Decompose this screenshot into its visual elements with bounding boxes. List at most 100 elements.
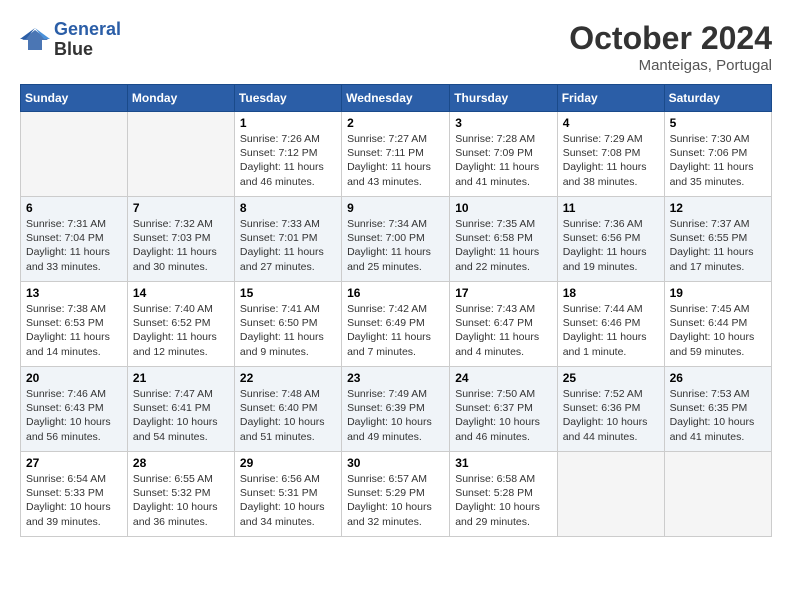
day-number: 10 xyxy=(455,201,551,215)
day-info: Sunrise: 7:40 AM Sunset: 6:52 PM Dayligh… xyxy=(133,302,229,359)
day-info: Sunrise: 7:53 AM Sunset: 6:35 PM Dayligh… xyxy=(670,387,766,444)
calendar-cell: 14 Sunrise: 7:40 AM Sunset: 6:52 PM Dayli… xyxy=(127,282,234,367)
calendar-week-row: 20Sunrise: 7:46 AM Sunset: 6:43 PM Dayli… xyxy=(21,367,772,452)
day-info: Sunrise: 6:56 AM Sunset: 5:31 PM Dayligh… xyxy=(240,472,336,529)
calendar-cell: 15 Sunrise: 7:41 AM Sunset: 6:50 PM Dayli… xyxy=(234,282,341,367)
calendar-cell: 26 Sunrise: 7:53 AM Sunset: 6:35 PM Dayli… xyxy=(664,367,771,452)
calendar-cell: 25 Sunrise: 7:52 AM Sunset: 6:36 PM Dayli… xyxy=(557,367,664,452)
calendar-cell xyxy=(21,112,128,197)
calendar-cell: 5 Sunrise: 7:30 AM Sunset: 7:06 PM Daylig… xyxy=(664,112,771,197)
calendar-week-row: 1Sunrise: 7:26 AM Sunset: 7:12 PM Daylig… xyxy=(21,112,772,197)
day-info: Sunrise: 7:44 AM Sunset: 6:46 PM Dayligh… xyxy=(563,302,659,359)
day-number: 6 xyxy=(26,201,122,215)
day-number: 25 xyxy=(563,371,659,385)
day-info: Sunrise: 7:35 AM Sunset: 6:58 PM Dayligh… xyxy=(455,217,551,274)
day-number: 2 xyxy=(347,116,444,130)
calendar-cell: 17 Sunrise: 7:43 AM Sunset: 6:47 PM Dayli… xyxy=(450,282,557,367)
calendar-cell: 4 Sunrise: 7:29 AM Sunset: 7:08 PM Daylig… xyxy=(557,112,664,197)
day-info: Sunrise: 6:57 AM Sunset: 5:29 PM Dayligh… xyxy=(347,472,444,529)
day-number: 24 xyxy=(455,371,551,385)
logo-icon xyxy=(20,26,50,54)
calendar-cell: 30 Sunrise: 6:57 AM Sunset: 5:29 PM Dayli… xyxy=(342,452,450,537)
day-info: Sunrise: 7:43 AM Sunset: 6:47 PM Dayligh… xyxy=(455,302,551,359)
calendar-cell: 3 Sunrise: 7:28 AM Sunset: 7:09 PM Daylig… xyxy=(450,112,557,197)
weekday-header-friday: Friday xyxy=(557,85,664,112)
calendar-header-row: SundayMondayTuesdayWednesdayThursdayFrid… xyxy=(21,85,772,112)
day-number: 4 xyxy=(563,116,659,130)
day-info: Sunrise: 7:52 AM Sunset: 6:36 PM Dayligh… xyxy=(563,387,659,444)
day-info: Sunrise: 7:49 AM Sunset: 6:39 PM Dayligh… xyxy=(347,387,444,444)
calendar-week-row: 6Sunrise: 7:31 AM Sunset: 7:04 PM Daylig… xyxy=(21,197,772,282)
day-info: Sunrise: 7:30 AM Sunset: 7:06 PM Dayligh… xyxy=(670,132,766,189)
day-number: 14 xyxy=(133,286,229,300)
day-number: 17 xyxy=(455,286,551,300)
day-number: 27 xyxy=(26,456,122,470)
day-number: 8 xyxy=(240,201,336,215)
weekday-header-thursday: Thursday xyxy=(450,85,557,112)
day-info: Sunrise: 6:58 AM Sunset: 5:28 PM Dayligh… xyxy=(455,472,551,529)
day-number: 13 xyxy=(26,286,122,300)
day-number: 12 xyxy=(670,201,766,215)
weekday-header-sunday: Sunday xyxy=(21,85,128,112)
calendar-cell: 28Sunrise: 6:55 AM Sunset: 5:32 PM Dayli… xyxy=(127,452,234,537)
calendar-cell: 31Sunrise: 6:58 AM Sunset: 5:28 PM Dayli… xyxy=(450,452,557,537)
day-number: 18 xyxy=(563,286,659,300)
calendar-cell xyxy=(557,452,664,537)
day-info: Sunrise: 7:32 AM Sunset: 7:03 PM Dayligh… xyxy=(133,217,229,274)
day-number: 23 xyxy=(347,371,444,385)
calendar-cell: 27 Sunrise: 6:54 AM Sunset: 5:33 PM Dayli… xyxy=(21,452,128,537)
calendar-cell: 16Sunrise: 7:42 AM Sunset: 6:49 PM Dayli… xyxy=(342,282,450,367)
day-info: Sunrise: 7:37 AM Sunset: 6:55 PM Dayligh… xyxy=(670,217,766,274)
day-number: 9 xyxy=(347,201,444,215)
day-info: Sunrise: 7:48 AM Sunset: 6:40 PM Dayligh… xyxy=(240,387,336,444)
weekday-header-wednesday: Wednesday xyxy=(342,85,450,112)
day-info: Sunrise: 7:36 AM Sunset: 6:56 PM Dayligh… xyxy=(563,217,659,274)
day-info: Sunrise: 7:47 AM Sunset: 6:41 PM Dayligh… xyxy=(133,387,229,444)
location: Manteigas, Portugal xyxy=(569,57,772,74)
day-info: Sunrise: 7:29 AM Sunset: 7:08 PM Dayligh… xyxy=(563,132,659,189)
weekday-header-saturday: Saturday xyxy=(664,85,771,112)
calendar-cell: 23 Sunrise: 7:49 AM Sunset: 6:39 PM Dayli… xyxy=(342,367,450,452)
day-number: 28 xyxy=(133,456,229,470)
day-info: Sunrise: 7:50 AM Sunset: 6:37 PM Dayligh… xyxy=(455,387,551,444)
calendar-cell: 2 Sunrise: 7:27 AM Sunset: 7:11 PM Daylig… xyxy=(342,112,450,197)
calendar-cell: 24 Sunrise: 7:50 AM Sunset: 6:37 PM Dayli… xyxy=(450,367,557,452)
month-title: October 2024 xyxy=(569,20,772,57)
day-number: 30 xyxy=(347,456,444,470)
calendar-cell: 11 Sunrise: 7:36 AM Sunset: 6:56 PM Dayli… xyxy=(557,197,664,282)
logo-line1: General xyxy=(54,19,121,39)
day-number: 5 xyxy=(670,116,766,130)
day-number: 26 xyxy=(670,371,766,385)
calendar-cell: 21 Sunrise: 7:47 AM Sunset: 6:41 PM Dayli… xyxy=(127,367,234,452)
day-info: Sunrise: 7:33 AM Sunset: 7:01 PM Dayligh… xyxy=(240,217,336,274)
calendar-cell: 22 Sunrise: 7:48 AM Sunset: 6:40 PM Dayli… xyxy=(234,367,341,452)
calendar-cell: 18 Sunrise: 7:44 AM Sunset: 6:46 PM Dayli… xyxy=(557,282,664,367)
day-info: Sunrise: 7:26 AM Sunset: 7:12 PM Dayligh… xyxy=(240,132,336,189)
calendar-cell: 8 Sunrise: 7:33 AM Sunset: 7:01 PM Daylig… xyxy=(234,197,341,282)
day-number: 29 xyxy=(240,456,336,470)
calendar-week-row: 13Sunrise: 7:38 AM Sunset: 6:53 PM Dayli… xyxy=(21,282,772,367)
day-number: 11 xyxy=(563,201,659,215)
title-area: October 2024 Manteigas, Portugal xyxy=(569,20,772,74)
calendar-cell: 7 Sunrise: 7:32 AM Sunset: 7:03 PM Daylig… xyxy=(127,197,234,282)
calendar-cell: 10 Sunrise: 7:35 AM Sunset: 6:58 PM Dayli… xyxy=(450,197,557,282)
day-info: Sunrise: 7:28 AM Sunset: 7:09 PM Dayligh… xyxy=(455,132,551,189)
day-number: 3 xyxy=(455,116,551,130)
weekday-header-monday: Monday xyxy=(127,85,234,112)
day-info: Sunrise: 7:27 AM Sunset: 7:11 PM Dayligh… xyxy=(347,132,444,189)
day-number: 15 xyxy=(240,286,336,300)
calendar-week-row: 27 Sunrise: 6:54 AM Sunset: 5:33 PM Dayli… xyxy=(21,452,772,537)
day-number: 7 xyxy=(133,201,229,215)
day-info: Sunrise: 7:41 AM Sunset: 6:50 PM Dayligh… xyxy=(240,302,336,359)
day-info: Sunrise: 6:54 AM Sunset: 5:33 PM Dayligh… xyxy=(26,472,122,529)
calendar-table: SundayMondayTuesdayWednesdayThursdayFrid… xyxy=(20,84,772,537)
day-number: 21 xyxy=(133,371,229,385)
day-number: 22 xyxy=(240,371,336,385)
calendar-cell xyxy=(664,452,771,537)
day-info: Sunrise: 7:45 AM Sunset: 6:44 PM Dayligh… xyxy=(670,302,766,359)
calendar-cell: 6Sunrise: 7:31 AM Sunset: 7:04 PM Daylig… xyxy=(21,197,128,282)
calendar-cell: 19 Sunrise: 7:45 AM Sunset: 6:44 PM Dayli… xyxy=(664,282,771,367)
logo-text: General Blue xyxy=(54,20,121,60)
day-info: Sunrise: 7:34 AM Sunset: 7:00 PM Dayligh… xyxy=(347,217,444,274)
day-number: 19 xyxy=(670,286,766,300)
